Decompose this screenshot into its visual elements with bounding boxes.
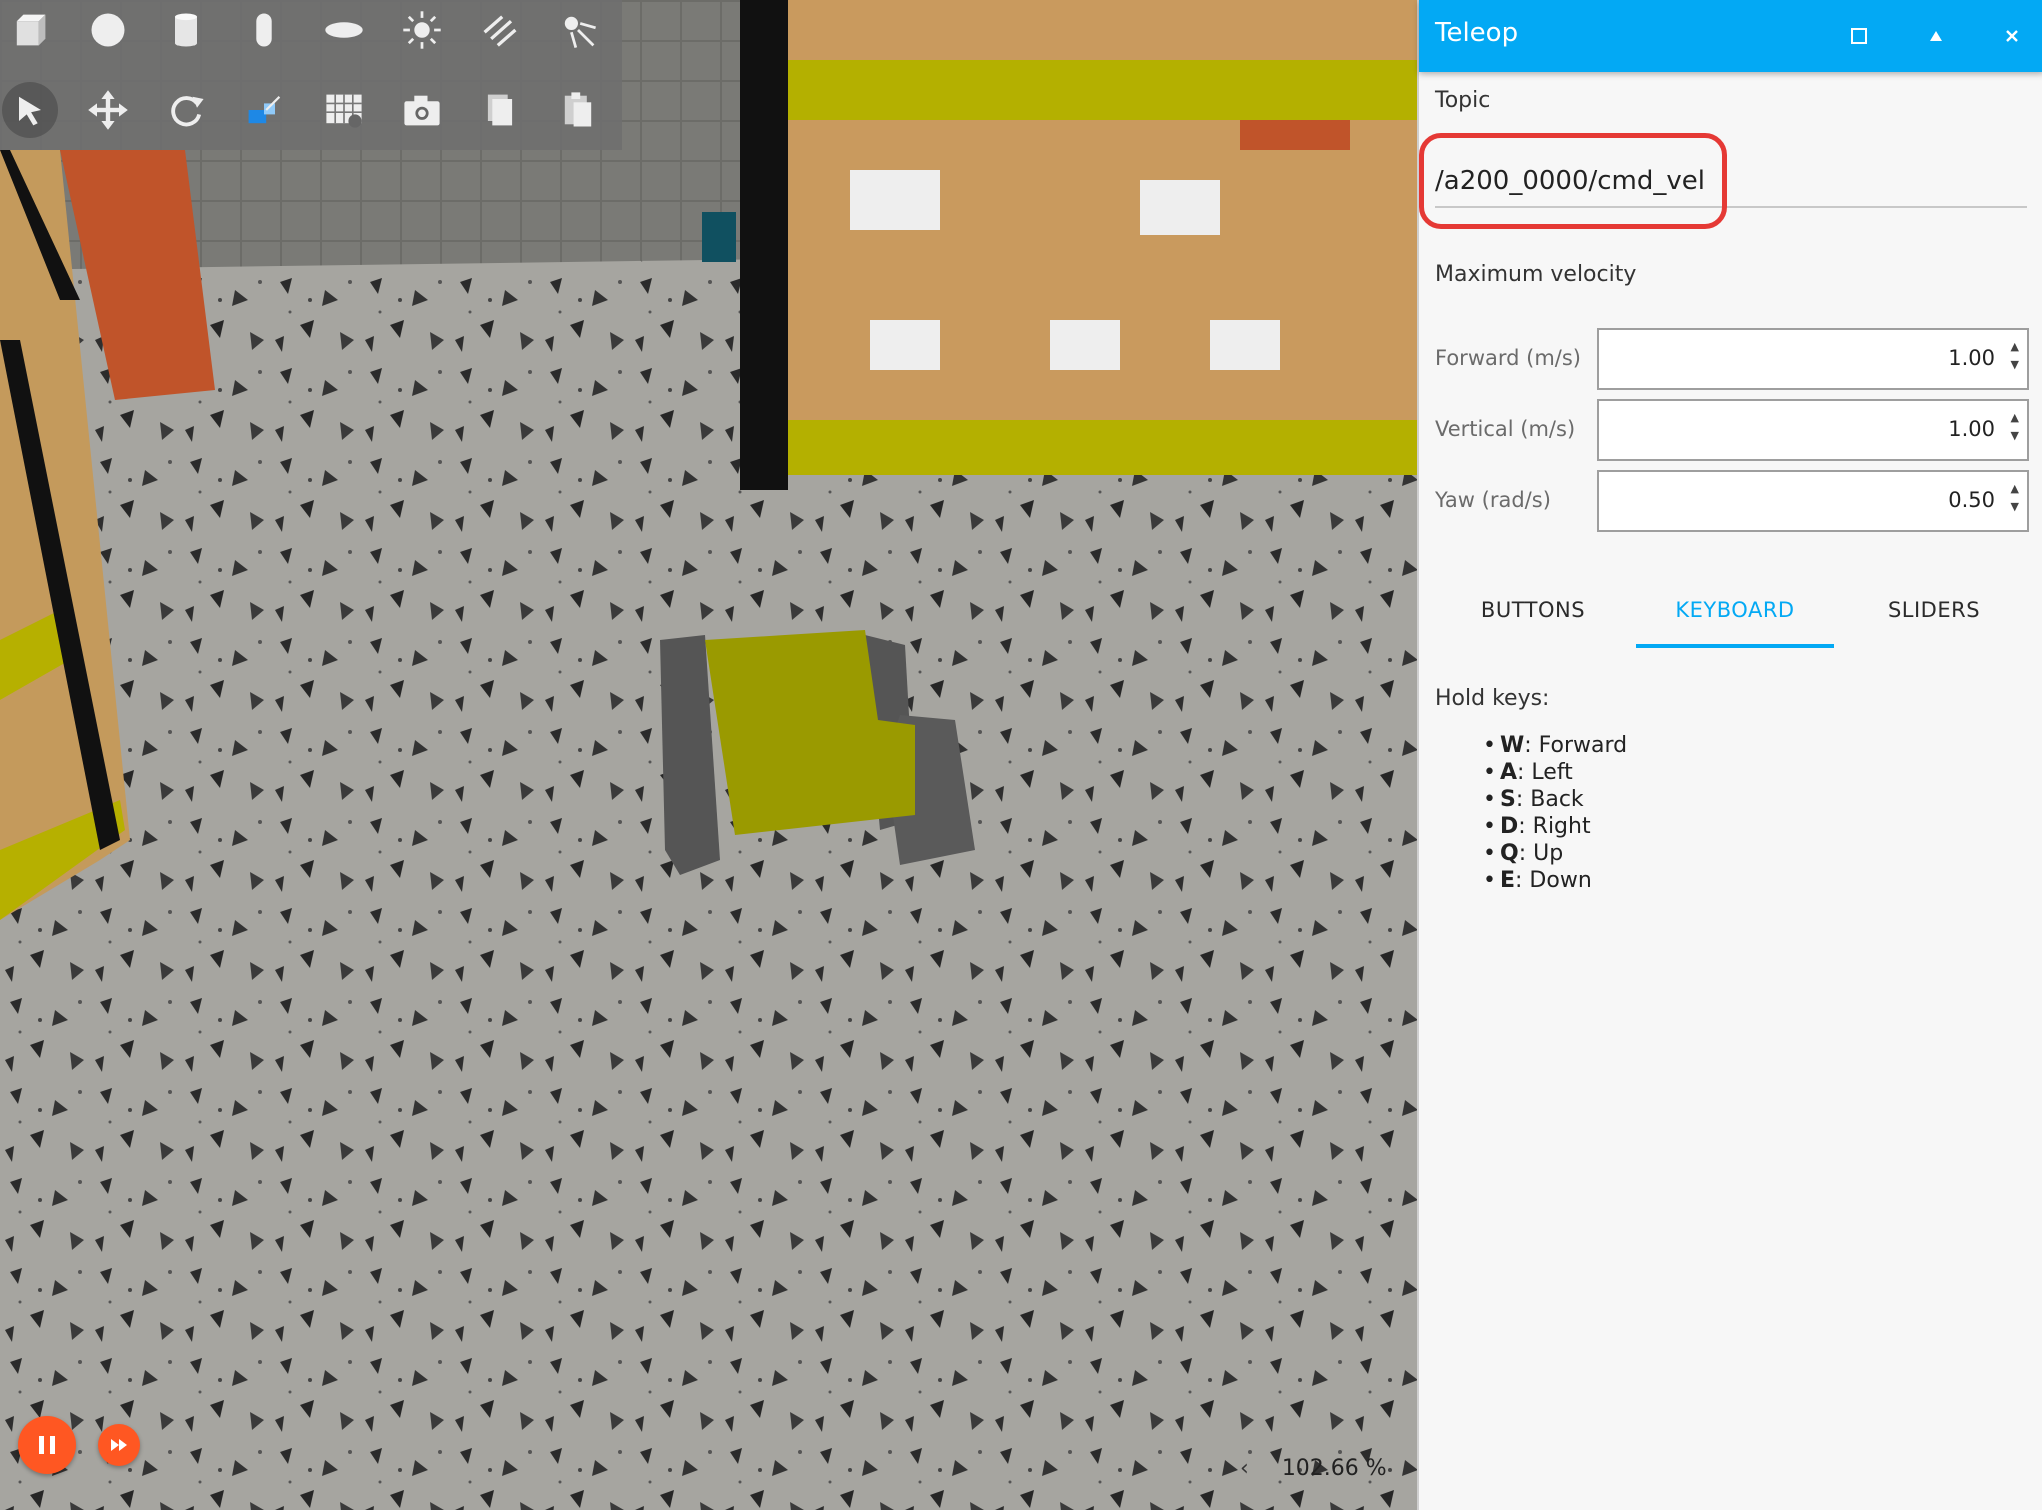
topic-label: Topic	[1435, 88, 1491, 113]
forward-label: Forward (m/s)	[1435, 346, 1581, 370]
rotate-icon[interactable]	[158, 82, 214, 138]
warehouse-scene[interactable]	[0, 0, 1417, 1510]
directional-light-icon[interactable]	[472, 2, 528, 58]
spinner-arrows-icon[interactable]: ▲ ▼	[2011, 338, 2019, 374]
topic-input[interactable]	[1435, 156, 2027, 208]
edit-toolbar-row	[0, 80, 622, 146]
select-arrow-icon[interactable]	[2, 82, 58, 138]
control-mode-tabs: BUTTONS KEYBOARD SLIDERS	[1419, 574, 2042, 648]
panel-title: Teleop	[1435, 18, 1519, 48]
pause-button[interactable]	[18, 1416, 76, 1474]
fast-forward-icon	[111, 1439, 127, 1451]
capsule-icon[interactable]	[236, 2, 292, 58]
scene-toolbar	[0, 0, 622, 150]
cylinder-icon[interactable]	[158, 2, 214, 58]
list-item: • W: Forward	[1483, 733, 1628, 758]
scale-icon[interactable]	[236, 82, 292, 138]
max-velocity-label: Maximum velocity	[1435, 262, 1637, 287]
list-item: • Q: Up	[1483, 841, 1564, 866]
forward-velocity-input[interactable]: 1.00 ▲ ▼	[1597, 328, 2029, 390]
zoom-indicator: ‹ 102.66 %	[1240, 1456, 1387, 1481]
list-item: • E: Down	[1483, 868, 1592, 893]
ellipsoid-icon[interactable]	[316, 2, 372, 58]
maximize-icon	[1851, 28, 1867, 44]
list-item: • A: Left	[1483, 760, 1573, 785]
sun-icon[interactable]	[394, 2, 450, 58]
tab-keyboard[interactable]: KEYBOARD	[1636, 574, 1834, 648]
spinner-arrows-icon[interactable]: ▲ ▼	[2011, 480, 2019, 516]
panel-header: Teleop	[1419, 0, 2042, 72]
copy-icon[interactable]	[472, 82, 528, 138]
list-item: • S: Back	[1483, 787, 1584, 812]
teleop-panel: Teleop Topic Maximum velocity Forward (m…	[1417, 0, 2042, 1510]
close-button[interactable]	[1992, 16, 2032, 56]
yaw-velocity-input[interactable]: 0.50 ▲ ▼	[1597, 470, 2029, 532]
vertical-value: 1.00	[1948, 417, 1995, 441]
collapse-button[interactable]	[1916, 16, 1956, 56]
align-grid-icon[interactable]	[316, 82, 372, 138]
sphere-icon[interactable]	[80, 2, 136, 58]
forward-velocity-row: Forward (m/s) 1.00 ▲ ▼	[1419, 328, 2042, 392]
paste-icon[interactable]	[550, 82, 606, 138]
vertical-velocity-row: Vertical (m/s) 1.00 ▲ ▼	[1419, 399, 2042, 463]
yaw-label: Yaw (rad/s)	[1435, 488, 1551, 512]
list-item: • D: Right	[1483, 814, 1591, 839]
zoom-value: 102.66 %	[1281, 1456, 1387, 1481]
shape-toolbar-row	[0, 0, 622, 66]
yaw-value: 0.50	[1948, 488, 1995, 512]
vertical-velocity-input[interactable]: 1.00 ▲ ▼	[1597, 399, 2029, 461]
forward-value: 1.00	[1948, 346, 1995, 370]
yaw-velocity-row: Yaw (rad/s) 0.50 ▲ ▼	[1419, 470, 2042, 534]
translate-icon[interactable]	[80, 82, 136, 138]
key-bindings-list: • W: Forward • A: Left • S: Back • D: Right …	[1483, 732, 1627, 894]
close-icon	[2006, 30, 2018, 42]
spot-light-icon[interactable]	[550, 2, 606, 58]
pause-icon	[39, 1436, 55, 1454]
active-tab-indicator	[1636, 644, 1834, 648]
triangle-up-icon	[1930, 31, 1942, 41]
spinner-arrows-icon[interactable]: ▲ ▼	[2011, 409, 2019, 445]
tab-buttons[interactable]: BUTTONS	[1434, 574, 1632, 648]
tab-sliders[interactable]: SLIDERS	[1835, 574, 2033, 648]
hold-keys-label: Hold keys:	[1435, 686, 1550, 711]
step-forward-button[interactable]	[98, 1424, 140, 1466]
chevron-left-icon[interactable]: ‹	[1240, 1456, 1249, 1481]
camera-icon[interactable]	[394, 82, 450, 138]
simulation-viewport[interactable]: ‹ 102.66 %	[0, 0, 1417, 1510]
box-icon[interactable]	[2, 2, 58, 58]
vertical-label: Vertical (m/s)	[1435, 417, 1576, 441]
maximize-button[interactable]	[1839, 16, 1879, 56]
